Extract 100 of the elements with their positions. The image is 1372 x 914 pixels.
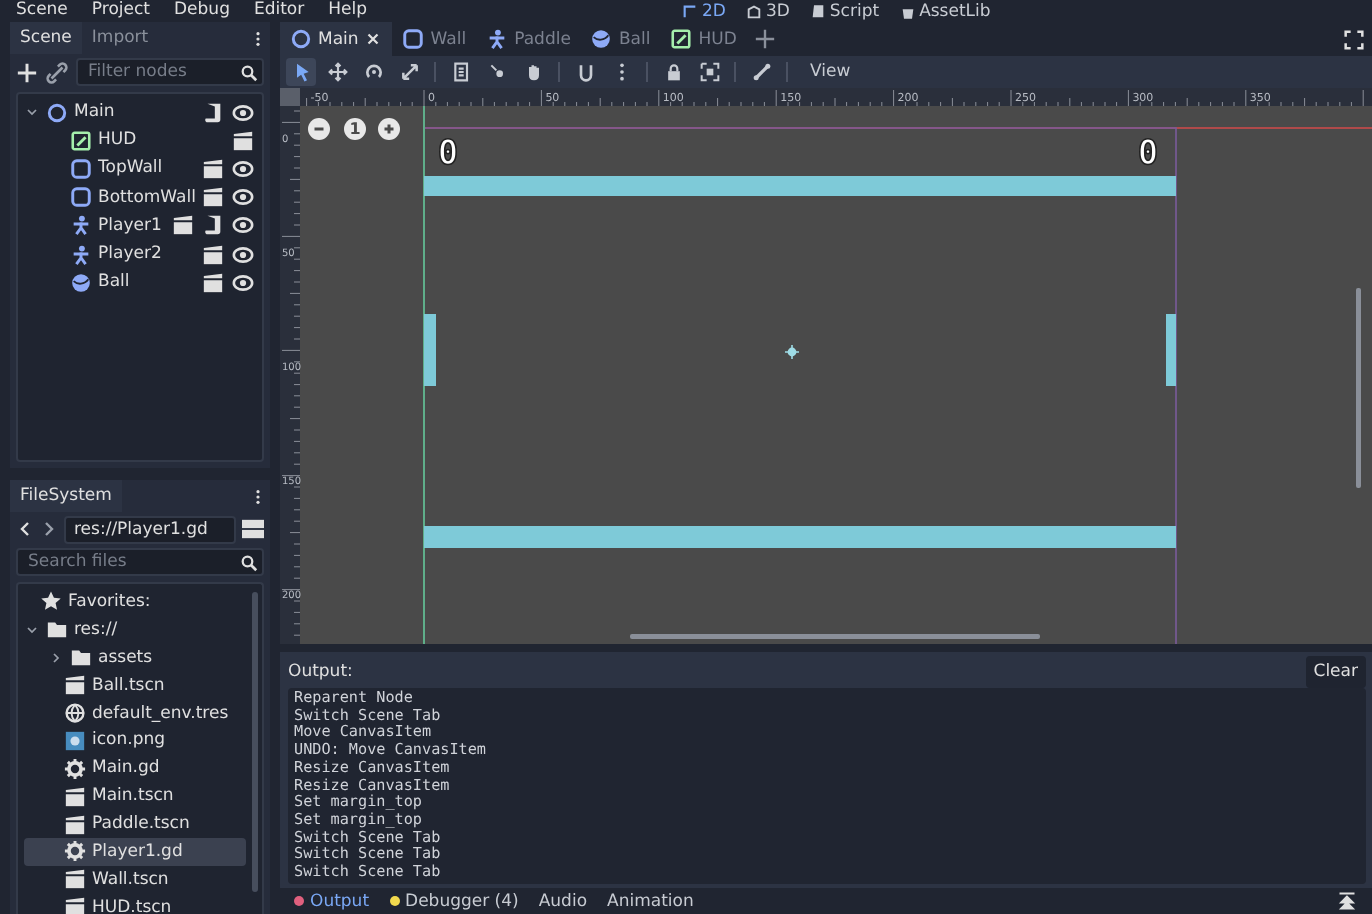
workspace-button[interactable]: 2D — [682, 1, 726, 21]
node-label[interactable]: Player1 — [98, 215, 166, 236]
add-icon[interactable] — [754, 28, 777, 50]
workspace-button[interactable]: AssetLib — [899, 1, 991, 21]
eye-icon[interactable] — [232, 271, 254, 294]
file-item[interactable]: Wall.tscn — [24, 865, 246, 894]
menu-item[interactable]: Debug — [174, 2, 230, 20]
zoom-reset-button[interactable]: 1 — [344, 118, 366, 140]
file-item[interactable]: HUD.tscn — [24, 893, 246, 914]
dock-tab[interactable]: Scene — [10, 22, 82, 54]
caret-icon[interactable] — [24, 104, 40, 121]
bottom-tab[interactable]: Debugger (4) — [381, 891, 527, 911]
node-label[interactable]: HUD — [98, 130, 226, 151]
workspace-button[interactable]: 3D — [745, 1, 790, 21]
ball — [784, 344, 800, 360]
eye-icon[interactable] — [232, 101, 254, 124]
search-icon — [240, 553, 258, 571]
path-field[interactable]: res://Player1.gd — [64, 515, 236, 543]
eye-icon[interactable] — [232, 186, 254, 209]
caret-icon[interactable] — [48, 649, 64, 666]
editor-tab[interactable]: Wall — [392, 22, 477, 56]
pencil-square-icon — [70, 129, 92, 152]
ball-icon — [590, 28, 613, 50]
dock-tab[interactable]: Import — [81, 22, 159, 54]
square-icon — [70, 157, 92, 180]
rotate-icon — [363, 62, 383, 82]
editor-tab[interactable]: Main — [280, 22, 393, 56]
file-item[interactable]: Player1.gd — [24, 838, 246, 866]
file-item[interactable]: Paddle.tscn — [24, 810, 246, 839]
menu-item[interactable]: Project — [91, 2, 151, 20]
magnet-icon — [575, 62, 595, 82]
file-item[interactable]: assets — [24, 643, 246, 672]
caret-icon[interactable] — [24, 621, 40, 638]
file-item[interactable]: icon.png — [24, 726, 246, 755]
file-item[interactable]: res:// — [24, 615, 246, 644]
eye-icon[interactable] — [232, 157, 254, 180]
lock-icon — [663, 62, 683, 82]
file-item[interactable]: Ball.tscn — [24, 671, 246, 700]
clapperboard-icon — [64, 785, 86, 808]
link-icon[interactable] — [46, 61, 68, 83]
tool-button[interactable] — [286, 58, 316, 86]
figure-icon — [70, 243, 92, 266]
filter-field[interactable]: Filter nodes — [76, 58, 264, 86]
bottom-tab[interactable]: Output — [286, 891, 378, 911]
workspace-button[interactable]: Script — [809, 1, 880, 21]
node-label[interactable]: Main — [74, 102, 196, 123]
scrollbar[interactable] — [252, 592, 258, 892]
editor-tab[interactable]: HUD — [660, 22, 747, 56]
pin-icon[interactable] — [1338, 892, 1356, 910]
clapperboard-icon — [64, 813, 86, 836]
search-field[interactable]: Search files — [16, 548, 264, 576]
scrollbar[interactable] — [630, 634, 1040, 639]
clear-button[interactable]: Clear — [1305, 656, 1366, 688]
pivot-icon — [487, 62, 507, 82]
group-icon — [699, 62, 719, 82]
clapperboard-icon — [64, 868, 86, 891]
fullscreen-icon[interactable] — [1344, 29, 1364, 49]
node-label[interactable]: Player2 — [98, 244, 196, 265]
zoom-in-button[interactable] — [378, 118, 400, 140]
image-icon — [64, 729, 86, 752]
star-icon — [40, 590, 62, 613]
back-icon[interactable] — [16, 520, 34, 538]
gear-icon — [64, 840, 86, 863]
hand-icon — [523, 62, 543, 82]
eye-icon[interactable] — [232, 243, 254, 266]
bottom-tab[interactable]: Animation — [599, 891, 702, 911]
file-item[interactable]: Favorites: — [24, 588, 246, 616]
list-icon — [451, 62, 471, 82]
node-label[interactable]: Ball — [98, 272, 196, 293]
zoom-out-button[interactable] — [308, 118, 330, 140]
move-icon — [327, 62, 347, 82]
scrollbar[interactable] — [1356, 288, 1361, 488]
split-view-icon[interactable] — [242, 518, 264, 540]
score-label: 0 — [1137, 134, 1159, 174]
menu-item[interactable]: Scene — [16, 2, 68, 20]
view-menu[interactable]: View — [798, 62, 863, 82]
editor-tab[interactable]: Paddle — [476, 22, 581, 56]
dock-tab[interactable]: FileSystem — [10, 480, 122, 512]
eye-icon[interactable] — [232, 214, 254, 237]
scale-icon — [399, 62, 419, 82]
close-icon[interactable] — [364, 30, 383, 48]
ruler-corner — [280, 88, 300, 106]
node-label[interactable]: TopWall — [98, 158, 196, 179]
paddle — [1166, 314, 1176, 386]
file-item[interactable]: Main.tscn — [24, 782, 246, 811]
bottom-tab[interactable]: Audio — [530, 891, 596, 911]
arrow-icon — [291, 62, 311, 82]
menu-dots-icon — [250, 27, 266, 49]
menu-item[interactable]: Editor — [253, 2, 305, 20]
paddle — [424, 314, 436, 386]
node-label[interactable]: BottomWall — [98, 187, 196, 208]
menu-item[interactable]: Help — [328, 2, 368, 20]
file-item[interactable]: Main.gd — [24, 754, 246, 783]
panel-title: Output: — [288, 662, 353, 682]
forward-icon[interactable] — [40, 520, 58, 538]
clapperboard-icon — [64, 674, 86, 697]
file-item[interactable]: default_env.tres — [24, 699, 246, 727]
editor-tab[interactable]: Ball — [580, 22, 661, 56]
folder-icon — [46, 618, 68, 641]
square-icon — [402, 28, 425, 50]
